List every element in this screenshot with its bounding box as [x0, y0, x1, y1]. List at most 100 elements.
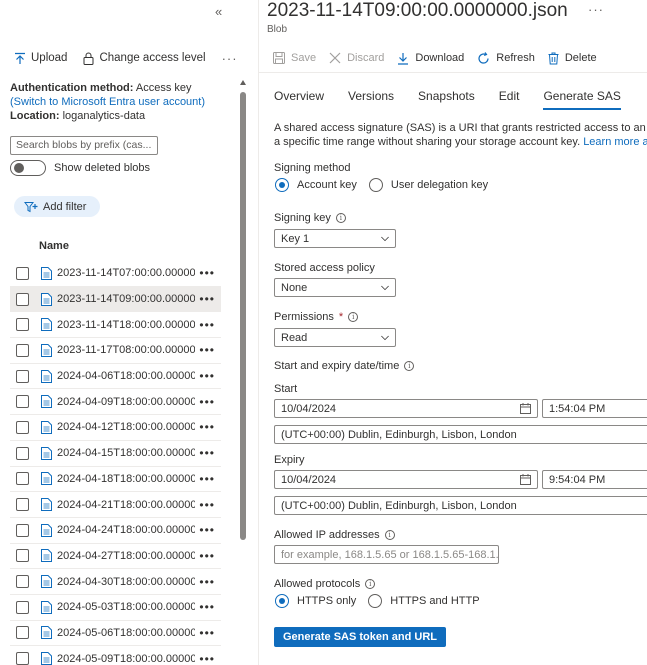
start-time-input[interactable]: 1:54:04 PM	[542, 399, 647, 418]
tab-generate-sas[interactable]: Generate SAS	[543, 89, 621, 110]
row-more-button[interactable]: •••	[199, 549, 215, 563]
row-checkbox[interactable]	[16, 575, 29, 589]
title-more-button[interactable]: ···	[588, 2, 604, 17]
change-access-level-button[interactable]: Change access level	[83, 52, 206, 65]
info-icon[interactable]: i	[335, 213, 346, 223]
row-checkbox[interactable]	[16, 318, 29, 332]
https-and-http-radio[interactable]	[368, 594, 383, 608]
collapse-pane-button[interactable]: «	[215, 4, 222, 19]
row-checkbox[interactable]	[16, 549, 29, 563]
row-checkbox[interactable]	[16, 369, 29, 383]
table-row[interactable]: 2024-04-15T18:00:00.000000... •••	[10, 441, 221, 467]
blob-name[interactable]: 2024-04-30T18:00:00.000000...	[57, 576, 195, 588]
user-delegation-key-radio[interactable]	[368, 178, 383, 192]
info-icon[interactable]: i	[348, 312, 359, 322]
expiry-timezone-select[interactable]: (UTC+00:00) Dublin, Edinburgh, Lisbon, L…	[274, 496, 647, 515]
table-row[interactable]: 2024-05-03T18:00:00.000000... •••	[10, 595, 221, 621]
switch-auth-link[interactable]: (Switch to Microsoft Entra user account)	[10, 96, 205, 108]
table-row[interactable]: 2024-04-30T18:00:00.000000... •••	[10, 569, 221, 595]
row-more-button[interactable]: •••	[199, 600, 215, 614]
row-checkbox[interactable]	[16, 472, 29, 486]
blob-name[interactable]: 2024-04-09T18:00:00.000000...	[57, 396, 195, 408]
blob-name[interactable]: 2023-11-14T07:00:00.000000...	[57, 267, 195, 279]
save-button[interactable]: Save	[273, 52, 316, 64]
upload-button[interactable]: Upload	[14, 52, 67, 65]
row-more-button[interactable]: •••	[199, 420, 215, 434]
add-filter-button[interactable]: Add filter	[14, 196, 101, 217]
row-more-button[interactable]: •••	[199, 575, 215, 589]
allowed-ip-input[interactable]: for example, 168.1.5.65 or 168.1.5.65-16…	[274, 545, 499, 564]
blob-name[interactable]: 2024-05-03T18:00:00.000000...	[57, 601, 195, 613]
account-key-radio[interactable]	[275, 178, 289, 192]
table-row[interactable]: 2024-04-18T18:00:00.000000... •••	[10, 467, 221, 493]
table-row[interactable]: 2024-04-27T18:00:00.000000... •••	[10, 544, 221, 570]
blob-name[interactable]: 2023-11-17T08:00:00.000000...	[57, 344, 195, 356]
row-checkbox[interactable]	[16, 626, 29, 640]
stored-access-policy-select[interactable]: None	[274, 278, 396, 297]
row-checkbox[interactable]	[16, 420, 29, 434]
row-more-button[interactable]: •••	[199, 472, 215, 486]
generate-sas-button[interactable]: Generate SAS token and URL	[274, 627, 446, 647]
row-checkbox[interactable]	[16, 266, 29, 280]
table-row[interactable]: 2024-04-12T18:00:00.000000... •••	[10, 415, 221, 441]
calendar-icon[interactable]	[520, 474, 531, 485]
row-more-button[interactable]: •••	[199, 395, 215, 409]
refresh-button[interactable]: Refresh	[477, 51, 535, 65]
expiry-date-input[interactable]: 10/04/2024	[274, 470, 538, 489]
row-checkbox[interactable]	[16, 292, 29, 306]
table-row[interactable]: 2024-04-06T18:00:00.000000... •••	[10, 364, 221, 390]
row-more-button[interactable]: •••	[199, 652, 215, 665]
learn-more-link[interactable]: Learn more abou	[583, 136, 647, 148]
start-date-input[interactable]: 10/04/2024	[274, 399, 538, 418]
table-row[interactable]: 2023-11-14T09:00:00.000000... •••	[10, 286, 221, 313]
https-only-radio[interactable]	[275, 594, 289, 608]
delete-button[interactable]: Delete	[548, 52, 597, 65]
expiry-time-input[interactable]: 9:54:04 PM	[542, 470, 647, 489]
table-row[interactable]: 2024-05-09T18:00:00.000000... •••	[10, 646, 221, 665]
table-row[interactable]: 2024-05-06T18:00:00.000000... •••	[10, 621, 221, 647]
table-row[interactable]: 2024-04-21T18:00:00.000000... •••	[10, 492, 221, 518]
row-checkbox[interactable]	[16, 446, 29, 460]
row-more-button[interactable]: •••	[199, 266, 215, 280]
info-icon[interactable]: i	[365, 579, 376, 589]
blob-name[interactable]: 2024-04-21T18:00:00.000000...	[57, 499, 195, 511]
table-row[interactable]: 2023-11-17T08:00:00.000000... •••	[10, 338, 221, 364]
table-row[interactable]: 2023-11-14T07:00:00.000000... •••	[10, 261, 221, 287]
row-more-button[interactable]: •••	[199, 292, 215, 306]
row-checkbox[interactable]	[16, 652, 29, 665]
row-more-button[interactable]: •••	[199, 446, 215, 460]
blob-name[interactable]: 2024-04-06T18:00:00.000000...	[57, 370, 195, 382]
row-checkbox[interactable]	[16, 523, 29, 537]
table-row[interactable]: 2024-04-09T18:00:00.000000... •••	[10, 389, 221, 416]
row-checkbox[interactable]	[16, 395, 29, 409]
blob-name[interactable]: 2024-05-09T18:00:00.000000...	[57, 653, 195, 665]
row-more-button[interactable]: •••	[199, 369, 215, 383]
tab-edit[interactable]: Edit	[499, 89, 520, 110]
row-checkbox[interactable]	[16, 343, 29, 357]
tab-snapshots[interactable]: Snapshots	[418, 89, 475, 110]
row-more-button[interactable]: •••	[199, 498, 215, 512]
blob-name[interactable]: 2024-04-27T18:00:00.000000...	[57, 550, 195, 562]
row-checkbox[interactable]	[16, 600, 29, 614]
permissions-select[interactable]: Read	[274, 328, 396, 347]
blob-name[interactable]: 2023-11-14T09:00:00.000000...	[57, 293, 195, 305]
show-deleted-toggle[interactable]	[10, 160, 46, 176]
table-row[interactable]: 2023-11-14T18:00:00.000000... •••	[10, 312, 221, 339]
column-header-name[interactable]: Name	[39, 240, 69, 252]
blob-name[interactable]: 2024-04-15T18:00:00.000000...	[57, 447, 195, 459]
info-icon[interactable]: i	[384, 530, 395, 540]
blob-name[interactable]: 2024-04-18T18:00:00.000000...	[57, 473, 195, 485]
discard-button[interactable]: Discard	[329, 52, 384, 64]
info-icon[interactable]: i	[404, 361, 415, 371]
blob-name[interactable]: 2024-04-24T18:00:00.000000...	[57, 524, 195, 536]
signing-key-select[interactable]: Key 1	[274, 229, 396, 248]
row-more-button[interactable]: •••	[199, 523, 215, 537]
left-scrollbar[interactable]	[238, 78, 248, 665]
table-row[interactable]: 2024-04-24T18:00:00.000000... •••	[10, 518, 221, 544]
more-actions-button[interactable]: ···	[222, 51, 238, 66]
download-button[interactable]: Download	[397, 52, 464, 65]
blob-name[interactable]: 2024-05-06T18:00:00.000000...	[57, 627, 195, 639]
blob-search-input[interactable]: Search blobs by prefix (cas...	[10, 136, 158, 155]
tab-versions[interactable]: Versions	[348, 89, 394, 110]
tab-overview[interactable]: Overview	[274, 89, 324, 110]
